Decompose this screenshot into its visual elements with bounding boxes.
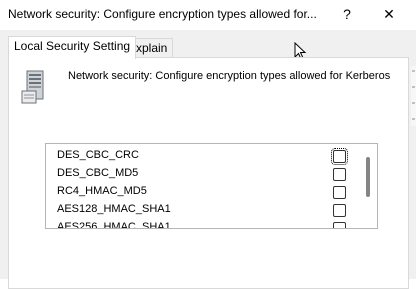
list-item[interactable]: AES256_HMAC_SHA1	[57, 220, 357, 229]
checkbox[interactable]	[333, 222, 346, 228]
list-item[interactable]: DES_CBC_CRC	[57, 148, 357, 166]
title-bar: Network security: Configure encryption t…	[0, 0, 416, 30]
policy-description: Network security: Configure encryption t…	[68, 70, 391, 82]
list-item-label: DES_CBC_MD5	[57, 167, 139, 179]
server-policy-icon	[21, 70, 44, 104]
list-item-label: AES256_HMAC_SHA1	[57, 221, 171, 229]
list-item-label: DES_CBC_CRC	[57, 149, 139, 161]
list-item[interactable]: AES128_HMAC_SHA1	[57, 202, 357, 220]
close-button[interactable]: ✕	[374, 2, 404, 26]
checkbox[interactable]	[333, 204, 346, 217]
window-title: Network security: Configure encryption t…	[8, 7, 317, 21]
list-item[interactable]: RC4_HMAC_MD5	[57, 184, 357, 202]
list-item[interactable]: DES_CBC_MD5	[57, 166, 357, 184]
checkbox[interactable]	[333, 186, 346, 199]
tab-local-security-setting[interactable]: Local Security Setting	[8, 36, 137, 59]
checkbox[interactable]	[331, 148, 348, 165]
help-button[interactable]: ?	[332, 2, 362, 26]
list-scrollbar[interactable]	[366, 157, 370, 197]
encryption-types-list[interactable]: DES_CBC_CRC DES_CBC_MD5 RC4_HMAC_MD5 AES…	[45, 143, 378, 229]
background-window-edge	[411, 66, 416, 126]
checkbox[interactable]	[333, 168, 346, 181]
list-item-label: AES128_HMAC_SHA1	[57, 203, 171, 215]
list-item-label: RC4_HMAC_MD5	[57, 185, 147, 197]
